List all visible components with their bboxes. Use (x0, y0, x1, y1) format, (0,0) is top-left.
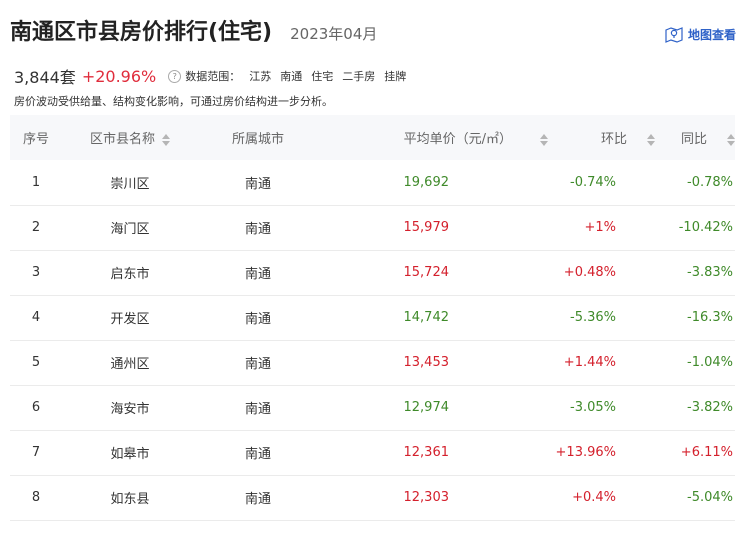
scope-item-city: 南通 (280, 70, 303, 83)
mom-change-cell: -5.36% (548, 295, 655, 341)
yoy-change-cell: +6.11% (655, 430, 735, 476)
city-cell: 南通 (198, 205, 318, 251)
city-cell: 南通 (198, 385, 318, 431)
city-cell: 南通 (198, 475, 318, 521)
avg-price-cell: 15,979 (318, 205, 548, 251)
report-date: 2023年04月 (290, 25, 378, 43)
sort-icon[interactable] (162, 133, 170, 146)
city-cell: 南通 (198, 430, 318, 476)
mom-change-cell: +13.96% (548, 430, 655, 476)
col-header-mom[interactable]: 环比 (548, 115, 655, 160)
mom-change-cell: +0.48% (548, 250, 655, 296)
avg-price-cell: 19,692 (318, 160, 548, 206)
rank-cell: 5 (10, 340, 62, 386)
mom-change-cell: -0.74% (548, 160, 655, 206)
table-row[interactable]: 1 崇川区 南通 19,692 -0.74% -0.78% (10, 160, 735, 206)
avg-price-cell: 12,361 (318, 430, 548, 476)
map-view-link[interactable]: 地图查看 (665, 26, 736, 43)
city-cell: 南通 (198, 250, 318, 296)
rank-cell: 8 (10, 475, 62, 521)
scope-item-source: 挂牌 (384, 70, 407, 83)
col-header-district[interactable]: 区市县名称 (62, 115, 198, 160)
summary-bar: 3,844套 +20.96% ? 数据范围： 江苏 南通 住宅 二手房 挂牌 (14, 64, 406, 88)
city-cell: 南通 (198, 295, 318, 341)
mom-change-cell: +0.4% (548, 475, 655, 521)
yoy-change-cell: -3.82% (655, 385, 735, 431)
district-name-cell: 启东市 (62, 250, 198, 296)
rank-cell: 3 (10, 250, 62, 296)
map-view-label: 地图查看 (687, 28, 736, 42)
avg-price-cell: 12,303 (318, 475, 548, 521)
district-name-cell: 崇川区 (62, 160, 198, 206)
table-header-row: 序号 区市县名称 所属城市 平均单价（元/㎡） 环比 同比 (10, 115, 735, 160)
avg-price-cell: 12,974 (318, 385, 548, 431)
yoy-change-cell: -10.42% (655, 205, 735, 251)
sort-icon[interactable] (647, 133, 655, 146)
page-title: 南通区市县房价排行(住宅) (10, 20, 273, 45)
mom-change-cell: -3.05% (548, 385, 655, 431)
rank-cell: 6 (10, 385, 62, 431)
district-name-cell: 如东县 (62, 475, 198, 521)
avg-price-cell: 13,453 (318, 340, 548, 386)
mom-change-cell: +1.44% (548, 340, 655, 386)
scope-item-province: 江苏 (249, 70, 272, 83)
avg-price-cell: 15,724 (318, 250, 548, 296)
map-pin-icon (665, 27, 683, 43)
ranking-table: 序号 区市县名称 所属城市 平均单价（元/㎡） 环比 同比 1 崇川区 南通 19,6… (10, 115, 735, 521)
listing-count: 3,844套 (14, 68, 76, 87)
col-header-yoy[interactable]: 同比 (655, 115, 735, 160)
col-header-price[interactable]: 平均单价（元/㎡） (318, 115, 548, 160)
table-row[interactable]: 4 开发区 南通 14,742 -5.36% -16.3% (10, 295, 735, 341)
avg-price-cell: 14,742 (318, 295, 548, 341)
sort-icon[interactable] (540, 133, 548, 146)
district-name-cell: 海安市 (62, 385, 198, 431)
table-row[interactable]: 6 海安市 南通 12,974 -3.05% -3.82% (10, 385, 735, 431)
city-cell: 南通 (198, 160, 318, 206)
table-row[interactable]: 8 如东县 南通 12,303 +0.4% -5.04% (10, 475, 735, 521)
col-header-city: 所属城市 (231, 132, 284, 147)
scope-item-market: 二手房 (342, 70, 376, 83)
table-row[interactable]: 7 如皋市 南通 12,361 +13.96% +6.11% (10, 430, 735, 476)
yoy-change-cell: -16.3% (655, 295, 735, 341)
listing-change: +20.96% (81, 66, 157, 86)
page-header: 南通区市县房价排行(住宅) 2023年04月 (10, 14, 377, 46)
table-row[interactable]: 5 通州区 南通 13,453 +1.44% -1.04% (10, 340, 735, 386)
scope-label: 数据范围： (185, 70, 241, 83)
yoy-change-cell: -0.78% (655, 160, 735, 206)
scope-item-type: 住宅 (311, 70, 334, 83)
col-header-rank: 序号 (22, 132, 49, 147)
table-row[interactable]: 3 启东市 南通 15,724 +0.48% -3.83% (10, 250, 735, 296)
help-icon[interactable]: ? (168, 69, 182, 83)
rank-cell: 7 (10, 430, 62, 476)
yoy-change-cell: -3.83% (655, 250, 735, 296)
rank-cell: 2 (10, 205, 62, 251)
city-cell: 南通 (198, 340, 318, 386)
analysis-note: 房价波动受供给量、结构变化影响，可通过房价结构进一步分析。 (14, 95, 333, 108)
district-name-cell: 如皋市 (62, 430, 198, 476)
district-name-cell: 通州区 (62, 340, 198, 386)
sort-icon[interactable] (727, 133, 735, 146)
yoy-change-cell: -1.04% (655, 340, 735, 386)
rank-cell: 4 (10, 295, 62, 341)
table-row[interactable]: 2 海门区 南通 15,979 +1% -10.42% (10, 205, 735, 251)
rank-cell: 1 (10, 160, 62, 206)
yoy-change-cell: -5.04% (655, 475, 735, 521)
district-name-cell: 开发区 (62, 295, 198, 341)
mom-change-cell: +1% (548, 205, 655, 251)
district-name-cell: 海门区 (62, 205, 198, 251)
